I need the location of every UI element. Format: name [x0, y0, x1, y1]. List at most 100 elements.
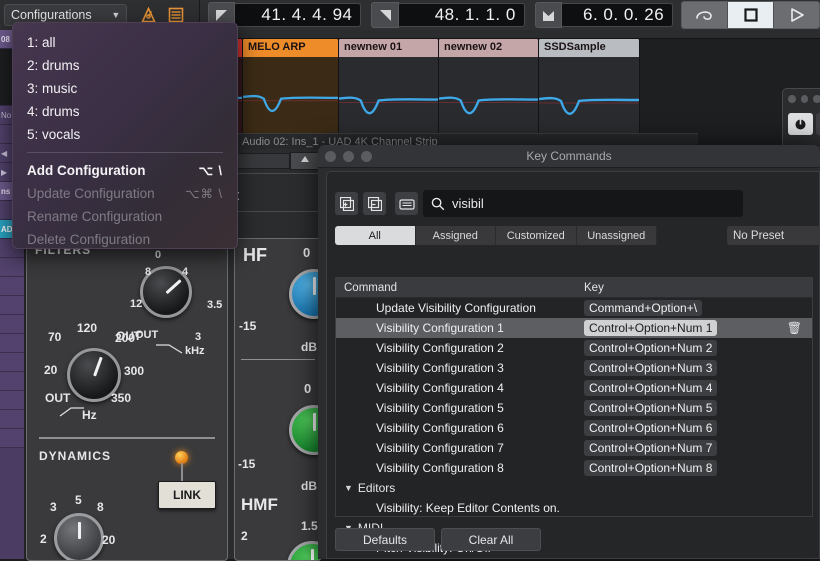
- uad-channel-strip-eq[interactable]: HF 0 -15 dB 0 -15 dB HMF 1.5 2: [234, 238, 322, 561]
- config-menu-action-shortcut: ⌥⌘ \: [185, 187, 223, 201]
- section-divider: [39, 437, 215, 439]
- track-region[interactable]: newnew 01: [338, 39, 439, 142]
- hpf-label-350: 350: [111, 391, 132, 405]
- key-commands-search-row: visibil: [335, 190, 743, 217]
- command-name: Visibility Configuration 6: [376, 421, 504, 435]
- track-region[interactable]: SSDSample: [538, 39, 640, 142]
- key-binding[interactable]: Command+Option+\: [584, 300, 703, 316]
- mixer-sliver-row: [0, 258, 24, 277]
- key-binding[interactable]: Control+Option+Num 1: [584, 320, 718, 336]
- cycle-button[interactable]: [682, 2, 729, 28]
- position-display[interactable]: 41. 4. 4. 94: [235, 3, 362, 27]
- window-dot-icon[interactable]: [788, 95, 796, 103]
- hmf-gain-knob[interactable]: [287, 541, 321, 560]
- cycle-marker-icon[interactable]: [534, 2, 562, 28]
- hf-unit: dB: [301, 340, 317, 354]
- key-binding[interactable]: Control+Option+Num 4: [584, 380, 718, 396]
- table-row[interactable]: Visibility Configuration 8 Control+Option…: [336, 458, 812, 478]
- key-binding[interactable]: Control+Option+Num 2: [584, 340, 718, 356]
- dyn-label-8: 8: [97, 500, 104, 514]
- link-led-stem: [181, 463, 183, 481]
- track-region[interactable]: newnew 02: [438, 39, 539, 142]
- config-menu-item[interactable]: 5: vocals: [13, 123, 237, 146]
- config-menu-item[interactable]: 4: drums: [13, 100, 237, 123]
- lpf-unit-khz: kHz: [185, 345, 205, 357]
- key-commands-list[interactable]: Command Key Update Visibility Configurat…: [335, 277, 813, 555]
- filter-segmented-control[interactable]: All Assigned Customized Unassigned: [335, 226, 657, 245]
- table-row[interactable]: Visibility Configuration 4 Control+Option…: [336, 378, 812, 398]
- list-header: Command Key: [336, 278, 812, 298]
- config-menu-action[interactable]: Add Configuration ⌥ \: [13, 159, 237, 182]
- key-binding[interactable]: Control+Option+Num 8: [584, 460, 718, 476]
- chevron-down-icon[interactable]: ▼: [344, 483, 353, 493]
- table-row[interactable]: Visibility Configuration 2 Control+Option…: [336, 338, 812, 358]
- key-binding[interactable]: Control+Option+Num 5: [584, 400, 718, 416]
- command-name: Visibility Configuration 4: [376, 381, 504, 395]
- config-menu-item-label: 2: drums: [27, 58, 80, 73]
- mixer-sliver-row: [0, 353, 24, 372]
- config-menu-item-label: 1: all: [27, 35, 56, 50]
- configurations-dropdown-menu[interactable]: 1: all 2: drums 3: music 4: drums 5: vocals …: [12, 22, 238, 249]
- config-menu-item-label: 4: drums: [27, 104, 80, 119]
- table-row[interactable]: Visibility: Keep Editor Contents on.: [336, 498, 812, 518]
- mini-plugin-button[interactable]: [816, 113, 820, 135]
- column-header-command: Command: [344, 281, 398, 294]
- table-row[interactable]: Visibility Configuration 7 Control+Option…: [336, 438, 812, 458]
- preset-selector[interactable]: No Preset: [727, 226, 820, 245]
- list-group-row[interactable]: ▼ Editors: [336, 478, 812, 498]
- table-row[interactable]: Visibility Configuration 5 Control+Option…: [336, 398, 812, 418]
- key-commands-footer: Defaults Clear All: [335, 528, 541, 551]
- key-commands-window[interactable]: Key Commands visibil All Assigned Customiz…: [318, 145, 820, 559]
- hpf-label-300: 300: [124, 364, 145, 378]
- mixer-sliver-row: [0, 429, 24, 448]
- dynamics-ratio-knob[interactable]: [54, 513, 104, 560]
- mixer-sliver-row: [0, 315, 24, 334]
- dyn-label-20: 20: [102, 533, 116, 547]
- expand-all-icon[interactable]: [335, 192, 358, 215]
- table-row[interactable]: Visibility Configuration 6 Control+Option…: [336, 418, 812, 438]
- clear-all-button[interactable]: Clear All: [441, 528, 541, 551]
- filter-tab-customized[interactable]: Customized: [496, 226, 577, 245]
- key-commands-content: visibil All Assigned Customized Unassigned …: [326, 171, 820, 559]
- lpf-label-3: 3: [195, 331, 202, 343]
- window-dot-icon[interactable]: [813, 95, 820, 103]
- command-name: Visibility: Keep Editor Contents on.: [376, 501, 560, 515]
- link-button[interactable]: LINK: [158, 481, 216, 509]
- stop-button[interactable]: [728, 2, 775, 28]
- mini-plugin-window[interactable]: [782, 88, 820, 148]
- mid-bottom-value: -15: [238, 457, 256, 471]
- key-binding[interactable]: Control+Option+Num 3: [584, 360, 718, 376]
- config-menu-item[interactable]: 3: music: [13, 77, 237, 100]
- table-row[interactable]: Update Visibility Configuration Command+O…: [336, 298, 812, 318]
- marker-right-icon[interactable]: [371, 2, 399, 28]
- search-icon: [431, 197, 445, 210]
- filter-tab-all[interactable]: All: [335, 226, 416, 245]
- length-display[interactable]: 48. 1. 1. 0: [398, 3, 525, 27]
- key-commands-titlebar[interactable]: Key Commands: [318, 145, 820, 168]
- table-row[interactable]: Visibility Configuration 1 Control+Option…: [336, 318, 812, 338]
- collapse-all-icon[interactable]: [363, 192, 386, 215]
- filter-tab-assigned[interactable]: Assigned: [415, 226, 496, 245]
- keyboard-icon[interactable]: [395, 192, 418, 215]
- config-menu-action: Rename Configuration: [13, 205, 237, 228]
- key-binding[interactable]: Control+Option+Num 6: [584, 420, 718, 436]
- defaults-button[interactable]: Defaults: [335, 528, 435, 551]
- trash-icon[interactable]: 🗑: [787, 321, 802, 335]
- region-name: SSDSample: [539, 39, 639, 57]
- play-button[interactable]: [774, 2, 820, 28]
- mixer-sliver-row: [0, 277, 24, 296]
- window-dot-icon[interactable]: [800, 95, 809, 103]
- mixer-sliver-row: [0, 410, 24, 429]
- track-region[interactable]: MELO ARP: [242, 39, 339, 142]
- config-menu-item[interactable]: 1: all: [13, 31, 237, 54]
- config-menu-item[interactable]: 2: drums: [13, 54, 237, 77]
- filter-tab-unassigned[interactable]: Unassigned: [576, 226, 657, 245]
- config-menu-action-label: Delete Configuration: [27, 232, 151, 247]
- search-input[interactable]: visibil: [423, 190, 743, 217]
- tempo-display[interactable]: 6. 0. 0. 26: [561, 3, 674, 27]
- key-binding[interactable]: Control+Option+Num 7: [584, 440, 718, 456]
- uad-channel-strip-filters[interactable]: FILTERS 0 4 3.5 3 12 8 OUT kHz 120 70 20…: [26, 240, 228, 561]
- mixer-sliver-row: [0, 296, 24, 315]
- power-icon[interactable]: [788, 113, 813, 135]
- table-row[interactable]: Visibility Configuration 3 Control+Option…: [336, 358, 812, 378]
